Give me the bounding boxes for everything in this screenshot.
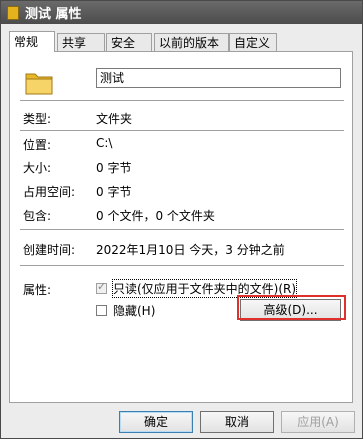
tab-general[interactable]: 常规 (9, 31, 55, 52)
hidden-checkbox[interactable] (96, 305, 107, 316)
divider (20, 229, 344, 231)
properties-dialog: 测试 属性 常规 共享 安全 以前的版本 自定义 测试 类型: 文件夹 位置: … (0, 0, 363, 439)
size-value: 0 字节 (96, 161, 132, 175)
created-value: 2022年1月10日 今天，3 分钟之前 (96, 243, 285, 257)
type-label: 类型: (23, 112, 52, 126)
annotation-highlight (237, 295, 346, 320)
divider (20, 130, 344, 132)
tab-security[interactable]: 安全 (106, 33, 152, 51)
location-label: 位置: (23, 138, 52, 152)
folder-icon (7, 5, 19, 20)
size-label: 大小: (23, 161, 52, 175)
location-value: C:\ (96, 136, 113, 150)
type-value: 文件夹 (96, 112, 133, 126)
cancel-button[interactable]: 取消 (200, 411, 274, 433)
readonly-checkbox[interactable] (96, 280, 107, 294)
divider (20, 265, 344, 267)
contains-label: 包含: (23, 209, 52, 223)
title-bar[interactable]: 测试 属性 (1, 1, 362, 24)
general-panel: 测试 类型: 文件夹 位置: C:\ 大小: 0 字节 占用空间: 0 字节 包… (9, 51, 353, 403)
folder-icon (25, 73, 53, 95)
tab-sharing[interactable]: 共享 (57, 33, 105, 51)
size-on-disk-label: 占用空间: (23, 185, 76, 199)
size-on-disk-value: 0 字节 (96, 185, 132, 199)
hidden-label[interactable]: 隐藏(H) (113, 302, 155, 319)
window-title: 测试 属性 (25, 7, 82, 22)
attributes-label: 属性: (23, 283, 52, 297)
tab-previous-versions[interactable]: 以前的版本 (154, 33, 229, 51)
created-label: 创建时间: (23, 243, 76, 257)
ok-button[interactable]: 确定 (119, 411, 193, 433)
folder-name-field[interactable]: 测试 (96, 68, 341, 88)
divider (20, 100, 344, 102)
contains-value: 0 个文件，0 个文件夹 (96, 209, 215, 223)
tab-customize[interactable]: 自定义 (229, 33, 277, 51)
apply-button[interactable]: 应用(A) (281, 411, 355, 433)
